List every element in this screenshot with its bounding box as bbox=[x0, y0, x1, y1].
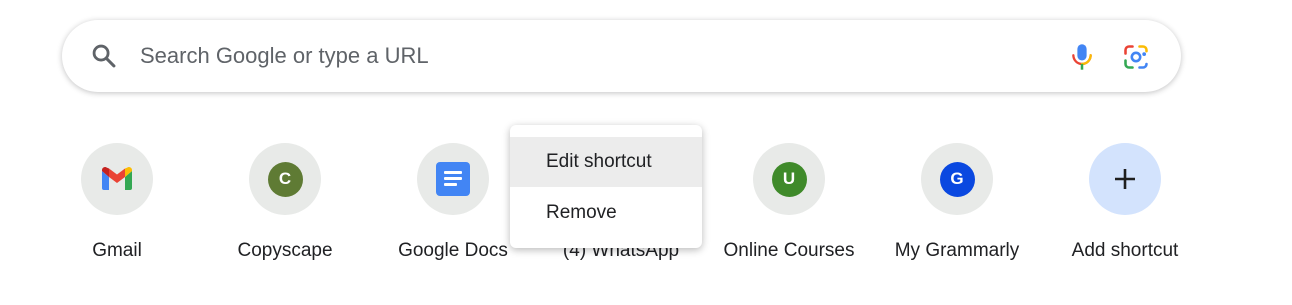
shortcut-icon-circle bbox=[1089, 143, 1161, 215]
shortcut-copyscape[interactable]: C Copyscape bbox=[210, 140, 360, 270]
plus-icon bbox=[1115, 169, 1135, 189]
shortcut-icon-circle bbox=[417, 143, 489, 215]
add-shortcut-button[interactable]: Add shortcut bbox=[1050, 140, 1200, 270]
shortcut-label: Online Courses bbox=[723, 240, 855, 261]
letter-u-icon: U bbox=[771, 161, 807, 197]
search-input[interactable] bbox=[140, 38, 1020, 74]
shortcut-gmail[interactable]: Gmail bbox=[42, 140, 192, 270]
google-docs-icon bbox=[436, 162, 470, 196]
shortcut-my-grammarly[interactable]: G My Grammarly bbox=[882, 140, 1032, 270]
search-icon bbox=[92, 44, 116, 68]
menu-item-edit-shortcut[interactable]: Edit shortcut bbox=[510, 137, 702, 187]
menu-item-remove[interactable]: Remove bbox=[510, 188, 702, 238]
shortcut-label: My Grammarly bbox=[894, 240, 1020, 261]
shortcut-online-courses[interactable]: U Online Courses bbox=[714, 140, 864, 270]
shortcut-label: Add shortcut bbox=[1071, 240, 1179, 261]
letter-c-icon: C bbox=[267, 161, 303, 197]
shortcut-label: Copyscape bbox=[237, 240, 333, 261]
gmail-icon bbox=[102, 167, 132, 190]
shortcut-google-docs[interactable]: Google Docs bbox=[378, 140, 528, 270]
shortcut-icon-circle bbox=[81, 143, 153, 215]
letter-g-icon: G bbox=[939, 161, 975, 197]
shortcut-icon-circle: G bbox=[921, 143, 993, 215]
shortcut-label: Gmail bbox=[92, 240, 142, 261]
shortcut-context-menu: Edit shortcut Remove bbox=[510, 125, 702, 248]
google-lens-icon[interactable] bbox=[1122, 43, 1150, 71]
search-box[interactable] bbox=[62, 20, 1181, 92]
microphone-icon[interactable] bbox=[1068, 42, 1096, 72]
shortcut-icon-circle: C bbox=[249, 143, 321, 215]
shortcut-label: Google Docs bbox=[398, 240, 508, 261]
shortcut-icon-circle: U bbox=[753, 143, 825, 215]
